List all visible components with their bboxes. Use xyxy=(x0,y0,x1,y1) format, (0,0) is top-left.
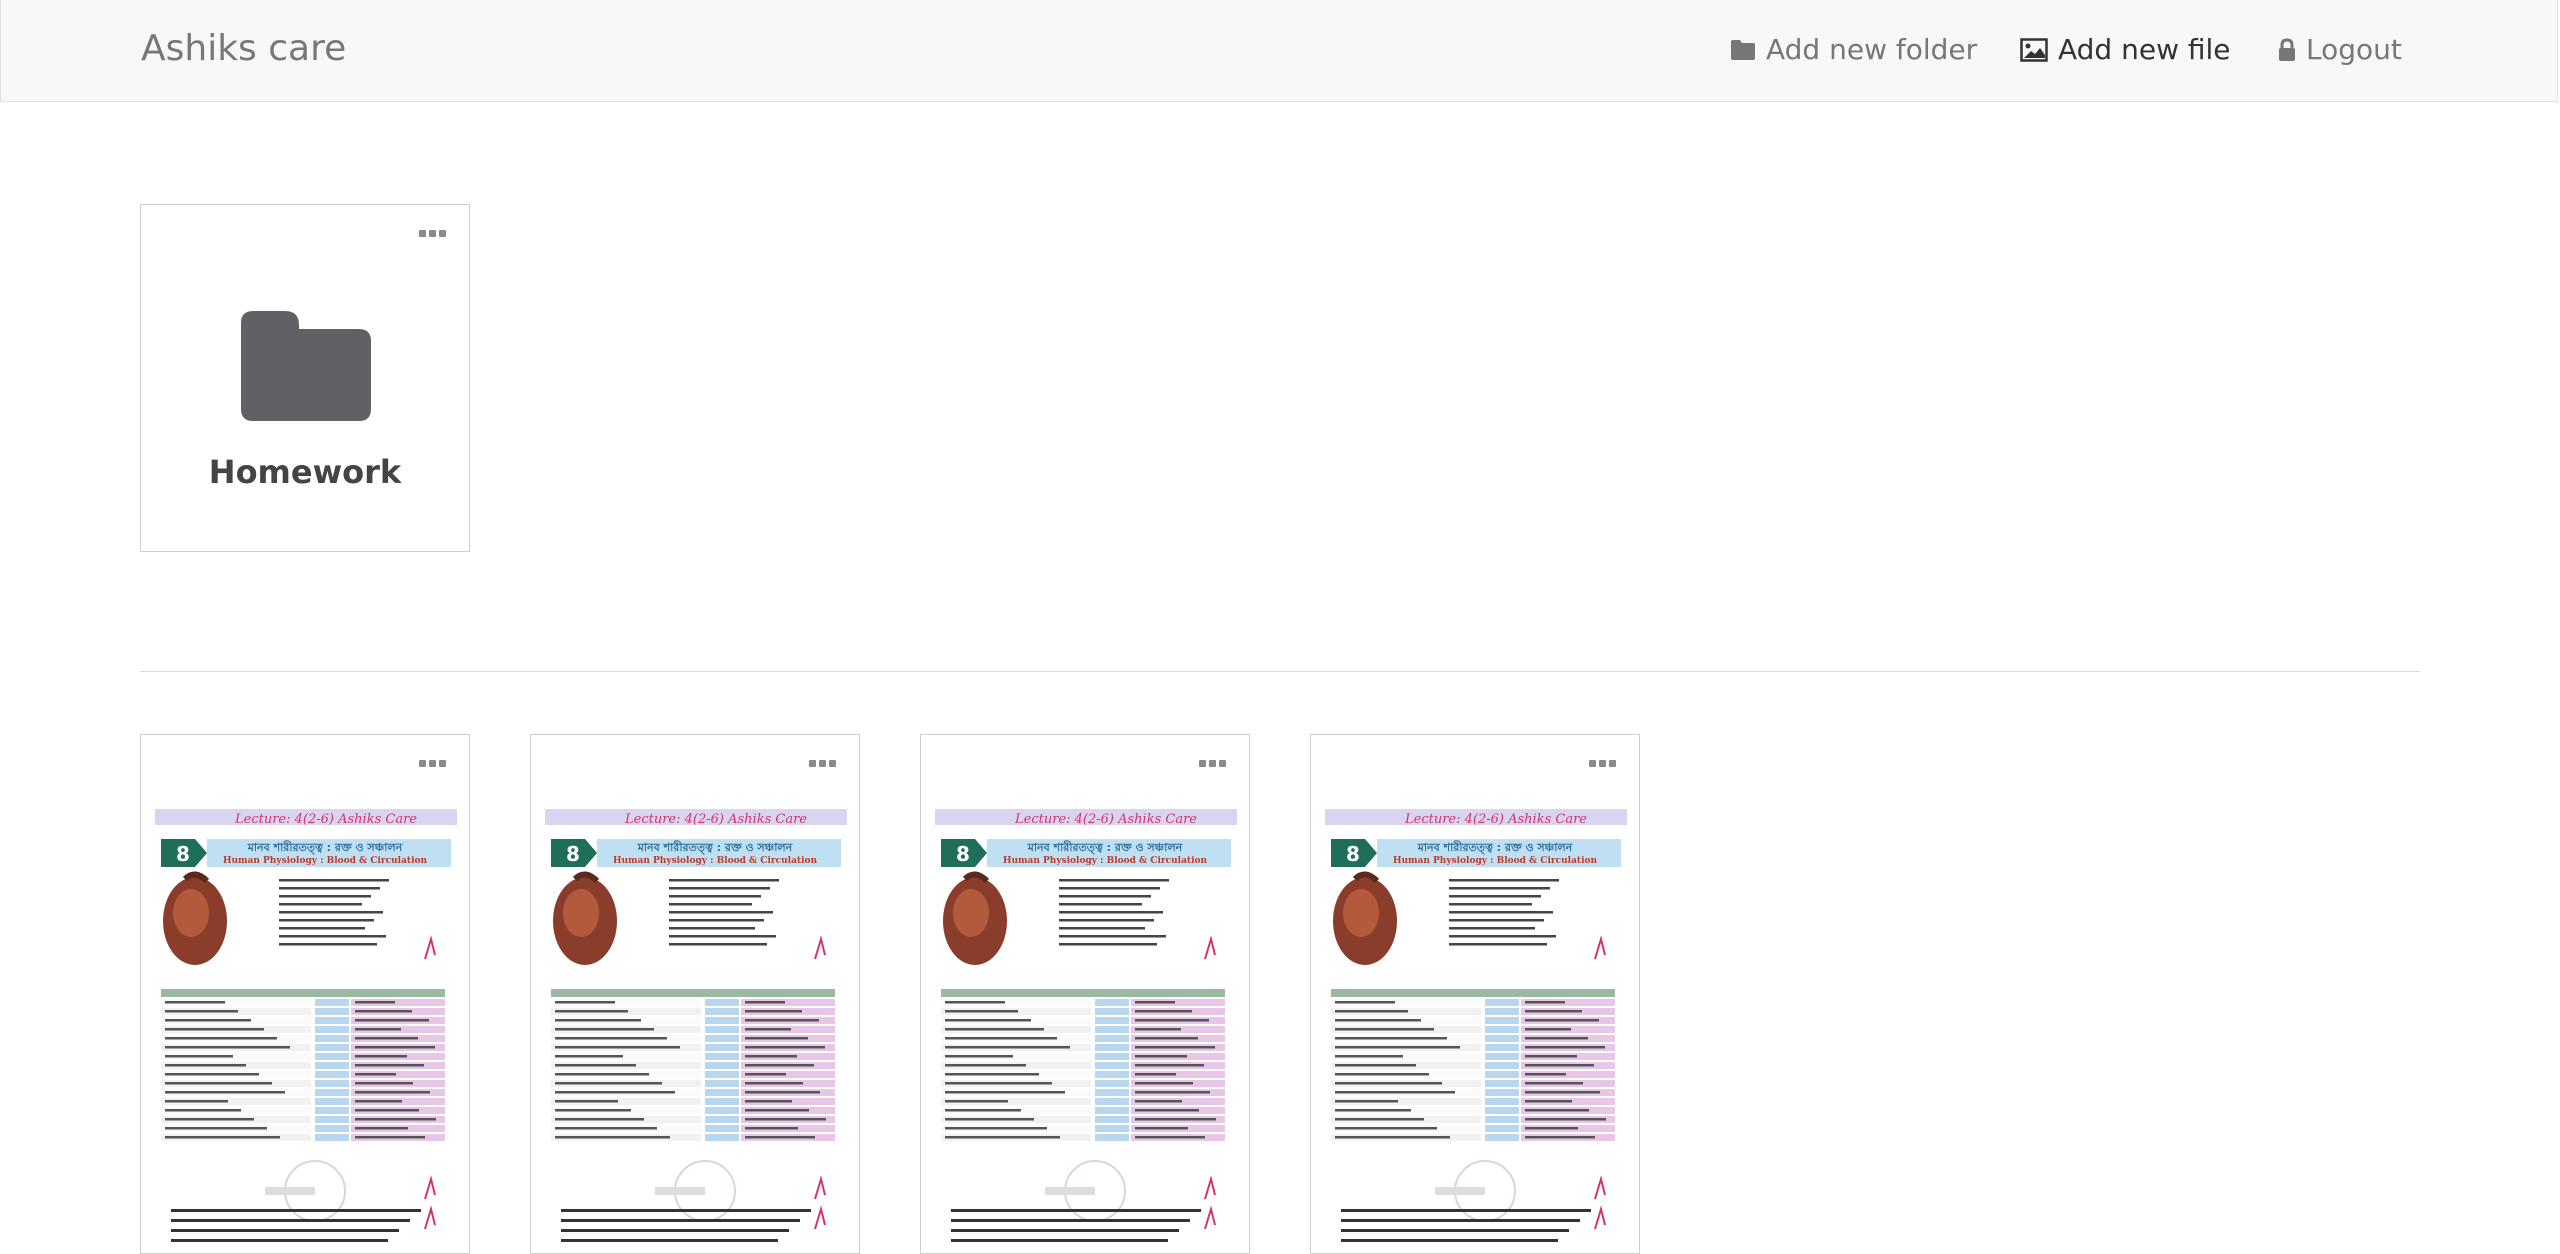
more-options-icon[interactable] xyxy=(419,227,447,239)
folder-icon xyxy=(241,311,371,421)
thumb-title-bn: মানব শারীরতত্ত্ব : রক্ত ও সঞ্চালন xyxy=(1417,840,1573,855)
file-tile[interactable]: Lecture: 4(2-6) Ashiks Care 8 মানব শারীর… xyxy=(530,734,860,1254)
navbar: Ashiks care Add new folder Add new file … xyxy=(0,0,2558,102)
file-thumbnail: Lecture: 4(2-6) Ashiks Care 8 মানব শারীর… xyxy=(545,809,847,1249)
add-folder-label: Add new folder xyxy=(1766,33,1978,66)
thumb-title-en: Human Physiology : Blood & Circulation xyxy=(223,856,428,866)
logout-link[interactable]: Logout xyxy=(2278,33,2402,66)
image-icon xyxy=(2020,37,2048,62)
thumb-title-bn: মানব শারীরতত্ত্ব : রক্ত ও সঞ্চালন xyxy=(247,840,403,855)
thumb-title-bn: মানব শারীরতত্ত্ব : রক্ত ও সঞ্চালন xyxy=(637,840,793,855)
file-thumbnail: Lecture: 4(2-6) Ashiks Care 8 মানব শারীর… xyxy=(935,809,1237,1249)
more-options-icon[interactable] xyxy=(419,757,447,769)
thumb-chapter-number: 8 xyxy=(1346,842,1360,866)
thumb-title-en: Human Physiology : Blood & Circulation xyxy=(1393,856,1598,866)
folder-icon xyxy=(1731,39,1755,60)
folder-name: Homework xyxy=(208,453,402,491)
more-options-icon[interactable] xyxy=(1199,757,1227,769)
section-divider xyxy=(140,671,2420,672)
thumb-handwritten-header: Lecture: 4(2-6) Ashiks Care xyxy=(1014,812,1197,827)
add-folder-link[interactable]: Add new folder xyxy=(1730,33,1977,66)
brand-title[interactable]: Ashiks care xyxy=(141,28,346,69)
more-options-icon[interactable] xyxy=(1589,757,1617,769)
more-options-icon[interactable] xyxy=(809,757,837,769)
thumb-title-bn: মানব শারীরতত্ত্ব : রক্ত ও সঞ্চালন xyxy=(1027,840,1183,855)
thumb-chapter-number: 8 xyxy=(566,842,580,866)
file-tile[interactable]: Lecture: 4(2-6) Ashiks Care 8 মানব শারীর… xyxy=(920,734,1250,1254)
folder-tile[interactable]: Homework xyxy=(140,204,470,552)
add-file-link[interactable]: Add new file xyxy=(2020,33,2231,66)
thumb-handwritten-header: Lecture: 4(2-6) Ashiks Care xyxy=(234,812,417,827)
lock-icon xyxy=(2279,37,2295,61)
thumb-chapter-number: 8 xyxy=(956,842,970,866)
thumb-chapter-number: 8 xyxy=(176,842,190,866)
file-tile[interactable]: Lecture: 4(2-6) Ashiks Care 8 মানব শারীর… xyxy=(140,734,470,1254)
file-tile[interactable]: Lecture: 4(2-6) Ashiks Care 8 মানব শারীর… xyxy=(1310,734,1640,1254)
thumb-title-en: Human Physiology : Blood & Circulation xyxy=(1003,856,1208,866)
add-file-label: Add new file xyxy=(2058,33,2231,66)
thumb-handwritten-header: Lecture: 4(2-6) Ashiks Care xyxy=(624,812,807,827)
thumb-title-en: Human Physiology : Blood & Circulation xyxy=(613,856,818,866)
logout-label: Logout xyxy=(2306,33,2402,66)
file-thumbnail: Lecture: 4(2-6) Ashiks Care 8 মানব শারীর… xyxy=(155,809,457,1249)
file-thumbnail: Lecture: 4(2-6) Ashiks Care 8 মানব শারীর… xyxy=(1325,809,1627,1249)
thumb-handwritten-header: Lecture: 4(2-6) Ashiks Care xyxy=(1404,812,1587,827)
